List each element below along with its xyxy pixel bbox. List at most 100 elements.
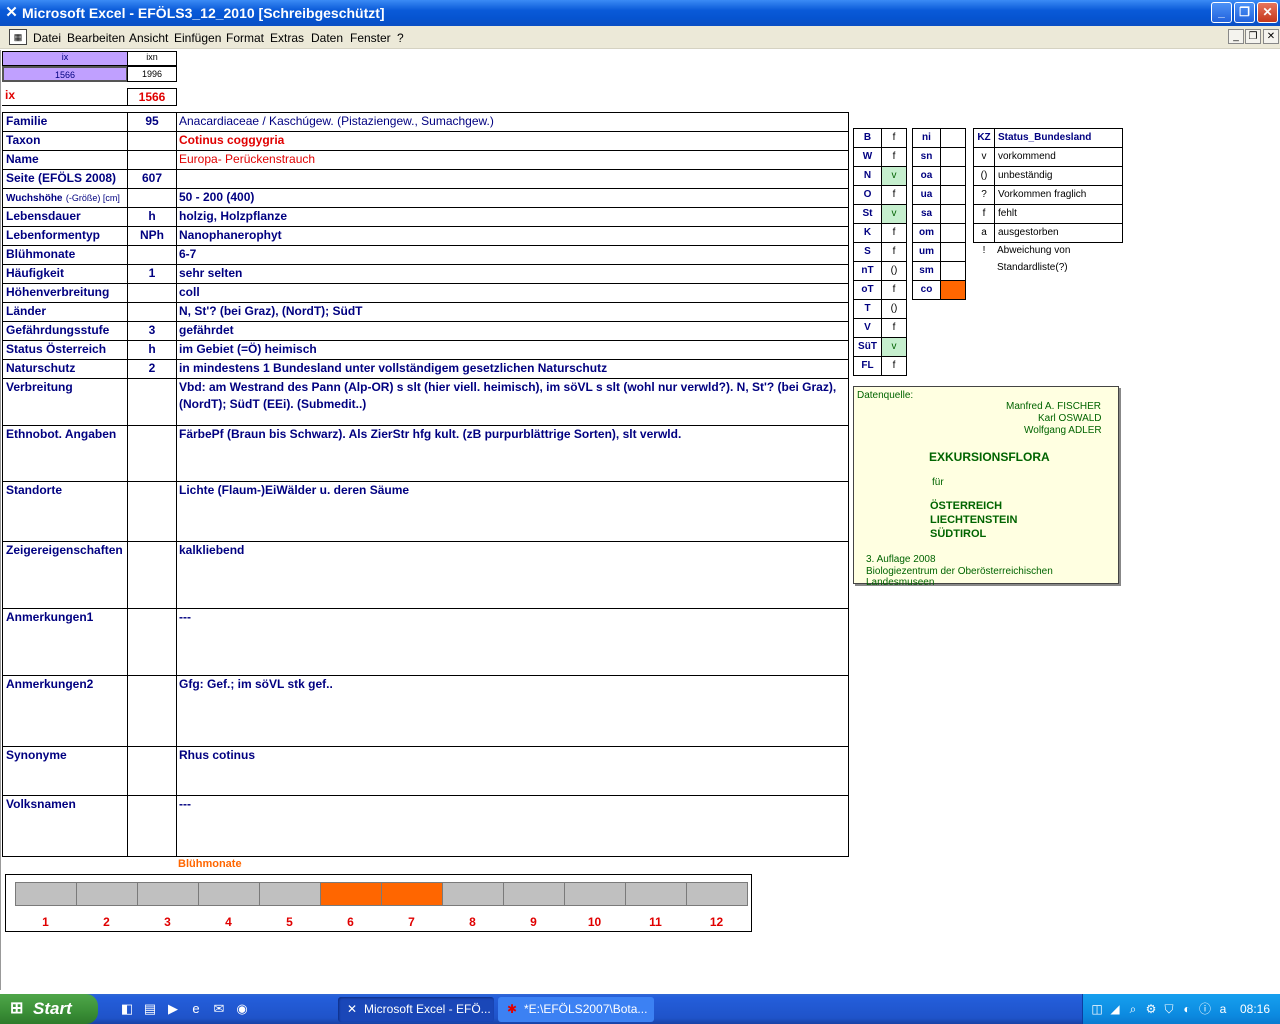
shield-icon[interactable]: ⛉: [1161, 1001, 1177, 1017]
field-label[interactable]: Blühmonate: [2, 245, 128, 265]
field-value[interactable]: gefährdet: [176, 321, 849, 341]
minimize-button[interactable]: _: [1211, 2, 1232, 23]
menu-datei[interactable]: Datei: [33, 31, 61, 45]
menu-bearbeiten[interactable]: Bearbeiten: [67, 31, 125, 45]
field-value[interactable]: kalkliebend: [176, 541, 849, 609]
state-code[interactable]: SüT: [853, 337, 882, 357]
doc-close-button[interactable]: ✕: [1263, 29, 1279, 44]
state-code[interactable]: St: [853, 204, 882, 224]
field-label[interactable]: Taxon: [2, 131, 128, 151]
state-code[interactable]: S: [853, 242, 882, 262]
menu-help[interactable]: ?: [397, 31, 404, 45]
field-value[interactable]: holzig, Holzpflanze: [176, 207, 849, 227]
task-editor[interactable]: ✱ *E:\EFÖLS2007\Bota...: [498, 997, 654, 1022]
state-status[interactable]: (): [881, 299, 907, 319]
state-status[interactable]: (): [881, 261, 907, 281]
field-code[interactable]: [127, 481, 177, 542]
state-status[interactable]: v: [881, 166, 907, 186]
field-label[interactable]: Standorte: [2, 481, 128, 542]
field-code[interactable]: [127, 675, 177, 747]
media-player-icon[interactable]: ▶: [164, 1000, 182, 1018]
region-status[interactable]: [940, 185, 966, 205]
start-button[interactable]: ⊞ Start: [0, 994, 98, 1024]
field-value[interactable]: N, St'? (bei Graz), (NordT); SüdT: [176, 302, 849, 322]
field-code[interactable]: h: [127, 207, 177, 227]
region-code[interactable]: co: [912, 280, 941, 300]
region-status[interactable]: [940, 166, 966, 186]
field-label[interactable]: Lebenformentyp: [2, 226, 128, 246]
close-button[interactable]: ✕: [1257, 2, 1278, 23]
doc-restore-button[interactable]: ❐: [1245, 29, 1261, 44]
field-code[interactable]: 95: [127, 112, 177, 132]
field-code[interactable]: h: [127, 340, 177, 360]
field-code[interactable]: [127, 131, 177, 151]
state-code[interactable]: N: [853, 166, 882, 186]
region-code[interactable]: ni: [912, 128, 941, 148]
field-label[interactable]: Lebensdauer: [2, 207, 128, 227]
region-code[interactable]: sa: [912, 204, 941, 224]
field-label[interactable]: Anmerkungen2: [2, 675, 128, 747]
field-code[interactable]: [127, 795, 177, 857]
field-value[interactable]: Europa- Perückenstrauch: [176, 150, 849, 170]
state-status[interactable]: f: [881, 128, 907, 148]
state-code[interactable]: FL: [853, 356, 882, 376]
doc-minimize-button[interactable]: _: [1228, 29, 1244, 44]
field-label[interactable]: Seite (EFÖLS 2008): [2, 169, 128, 189]
region-status[interactable]: [940, 128, 966, 148]
field-label[interactable]: Status Österreich: [2, 340, 128, 360]
field-value[interactable]: Nanophanerophyt: [176, 226, 849, 246]
field-code[interactable]: [127, 302, 177, 322]
internet-explorer-icon[interactable]: e: [187, 1000, 205, 1018]
region-status[interactable]: [940, 223, 966, 243]
security-icon[interactable]: ⚙: [1143, 1001, 1159, 1017]
state-status[interactable]: f: [881, 356, 907, 376]
field-label[interactable]: Gefährdungsstufe: [2, 321, 128, 341]
field-code[interactable]: [127, 378, 177, 426]
state-status[interactable]: f: [881, 147, 907, 167]
state-status[interactable]: f: [881, 280, 907, 300]
region-code[interactable]: um: [912, 242, 941, 262]
field-label[interactable]: Länder: [2, 302, 128, 322]
field-code[interactable]: NPh: [127, 226, 177, 246]
volume-icon[interactable]: ◢: [1107, 1001, 1123, 1017]
state-status[interactable]: v: [881, 204, 907, 224]
state-code[interactable]: K: [853, 223, 882, 243]
field-value[interactable]: Cotinus coggygria: [176, 131, 849, 151]
ix-number[interactable]: 1566: [127, 88, 177, 106]
state-status[interactable]: f: [881, 318, 907, 338]
field-label[interactable]: Synonyme: [2, 746, 128, 796]
field-label[interactable]: Ethnobot. Angaben: [2, 425, 128, 482]
region-code[interactable]: om: [912, 223, 941, 243]
region-code[interactable]: ua: [912, 185, 941, 205]
outlook-icon[interactable]: ✉: [210, 1000, 228, 1018]
region-status[interactable]: [940, 242, 966, 262]
field-label[interactable]: Häufigkeit: [2, 264, 128, 284]
field-label[interactable]: Familie: [2, 112, 128, 132]
network-icon[interactable]: ◫: [1089, 1001, 1105, 1017]
menu-ansicht[interactable]: Ansicht: [129, 31, 168, 45]
state-code[interactable]: nT: [853, 261, 882, 281]
region-status[interactable]: [940, 261, 966, 281]
document-icon[interactable]: ▦: [9, 29, 27, 45]
field-value[interactable]: ---: [176, 608, 849, 676]
field-code[interactable]: [127, 188, 177, 208]
firefox-icon[interactable]: ◉: [233, 1000, 251, 1018]
field-value[interactable]: im Gebiet (=Ö) heimisch: [176, 340, 849, 360]
field-code[interactable]: [127, 608, 177, 676]
field-value[interactable]: Rhus cotinus: [176, 746, 849, 796]
field-code[interactable]: [127, 425, 177, 482]
field-label[interactable]: Naturschutz: [2, 359, 128, 379]
field-value[interactable]: coll: [176, 283, 849, 303]
field-label[interactable]: Volksnamen: [2, 795, 128, 857]
region-code[interactable]: sn: [912, 147, 941, 167]
field-label[interactable]: Name: [2, 150, 128, 170]
explorer-icon[interactable]: ▤: [141, 1000, 159, 1018]
field-label[interactable]: Wuchshöhe (-Größe) [cm]: [2, 188, 128, 208]
state-code[interactable]: B: [853, 128, 882, 148]
field-value[interactable]: ---: [176, 795, 849, 857]
region-status[interactable]: [940, 204, 966, 224]
field-code[interactable]: [127, 245, 177, 265]
field-value[interactable]: 6-7: [176, 245, 849, 265]
state-code[interactable]: T: [853, 299, 882, 319]
field-code[interactable]: [127, 541, 177, 609]
